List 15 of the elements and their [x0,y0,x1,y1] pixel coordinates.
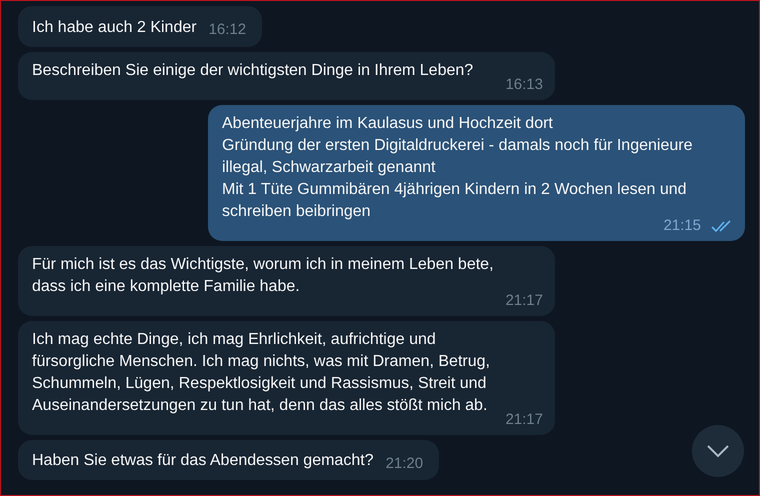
message-time: 21:20 [386,454,424,474]
message-time: 21:15 [663,216,701,234]
double-check-icon [711,220,733,232]
message-text: Abenteuerjahre im Kaulasus und Hochzeit dort Gründung der ersten Digitaldruckerei - damals noch für Ingenieure illegal, Schwarzarbeit genannt Mit 1 Tüte Gummibären 4jährigen Kindern in 2 Wochen lesen und schreiben beibringen [222,114,694,220]
message-text: Beschreiben Sie einige der wichtigsten Dinge in Ihrem Leben? [32,60,474,80]
chevron-down-icon [706,444,730,458]
message-text: Haben Sie etwas für das Abendessen gemacht? [32,451,374,471]
message-time: 21:17 [505,410,543,428]
message-text: Ich habe auch 2 Kinder [32,18,197,38]
scroll-down-button[interactable] [692,425,744,477]
message-time: 16:12 [208,20,246,40]
message-text: Für mich ist es das Wichtigste, worum ich in meinem Leben bete, dass ich eine komplette Familie habe. [32,254,495,296]
message-time: 16:13 [505,76,543,94]
message-time: 21:17 [505,292,543,310]
message-text: Ich mag echte Dinge, ich mag Ehrlichkeit, aufrichtige und fürsorgliche Menschen. Ich mag nichts, was mit Dramen, Betrug, Schummeln, Lügen, Respektlosigkeit und Rassismus, Streit und Auseinandersetzungen zu tun hat, denn das alles stößt mich ab. [32,330,491,416]
